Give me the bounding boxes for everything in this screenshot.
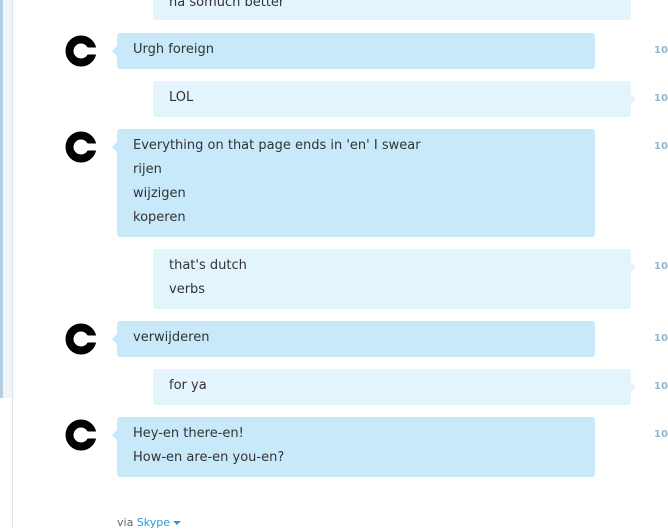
- incoming-message-bubble: Urgh foreign: [117, 33, 595, 69]
- message-text: Urgh foreign: [133, 42, 214, 57]
- via-label: via: [117, 516, 134, 529]
- message-text: wijzigen: [133, 186, 186, 201]
- message-text: LOL: [169, 90, 194, 105]
- message-text: verbs: [169, 282, 206, 297]
- message-timestamp: 10:: [654, 261, 668, 272]
- bubble-tail: [631, 382, 636, 392]
- outgoing-message-bubble: for ya: [153, 369, 631, 405]
- outgoing-message-bubble: na somuch better: [153, 0, 631, 20]
- message-timestamp: 10:: [654, 429, 668, 440]
- message-timestamp: 10:: [654, 93, 668, 104]
- message-text: for ya: [169, 378, 207, 393]
- skype-logo-icon: [65, 323, 98, 355]
- skype-logo-icon: [65, 131, 98, 163]
- message-text: Everything on that page ends in 'en' I s…: [133, 138, 421, 153]
- message-text: koperen: [133, 210, 186, 225]
- bubble-tail: [631, 94, 636, 104]
- chevron-down-icon[interactable]: [173, 521, 182, 525]
- left-panel-gutter: [3, 0, 12, 398]
- message-timestamp: 10:: [654, 333, 668, 344]
- outgoing-message-bubble: LOL: [153, 81, 631, 117]
- incoming-message-bubble: Hey-en there-en! How-en are-en you-en?: [117, 417, 595, 477]
- message-timestamp: 10:: [654, 381, 668, 392]
- message-timestamp: 10:: [654, 141, 668, 152]
- skype-logo-icon: [65, 35, 98, 67]
- skype-link[interactable]: Skype: [137, 516, 170, 529]
- message-text: How-en are-en you-en?: [133, 450, 285, 465]
- incoming-message-bubble: verwijderen: [117, 321, 595, 357]
- bubble-tail: [631, 262, 636, 272]
- via-skype-footer: via Skype: [117, 516, 182, 529]
- message-text: that's dutch: [169, 258, 247, 273]
- message-text: rijen: [133, 162, 162, 177]
- message-text: na somuch better: [169, 0, 285, 10]
- outgoing-message-bubble: that's dutch verbs: [153, 249, 631, 309]
- message-timestamp: 10:: [654, 45, 668, 56]
- message-text: Hey-en there-en!: [133, 426, 244, 441]
- panel-divider: [12, 0, 13, 527]
- skype-logo-icon: [65, 419, 98, 451]
- incoming-message-bubble: Everything on that page ends in 'en' I s…: [117, 129, 595, 237]
- message-text: verwijderen: [133, 330, 210, 345]
